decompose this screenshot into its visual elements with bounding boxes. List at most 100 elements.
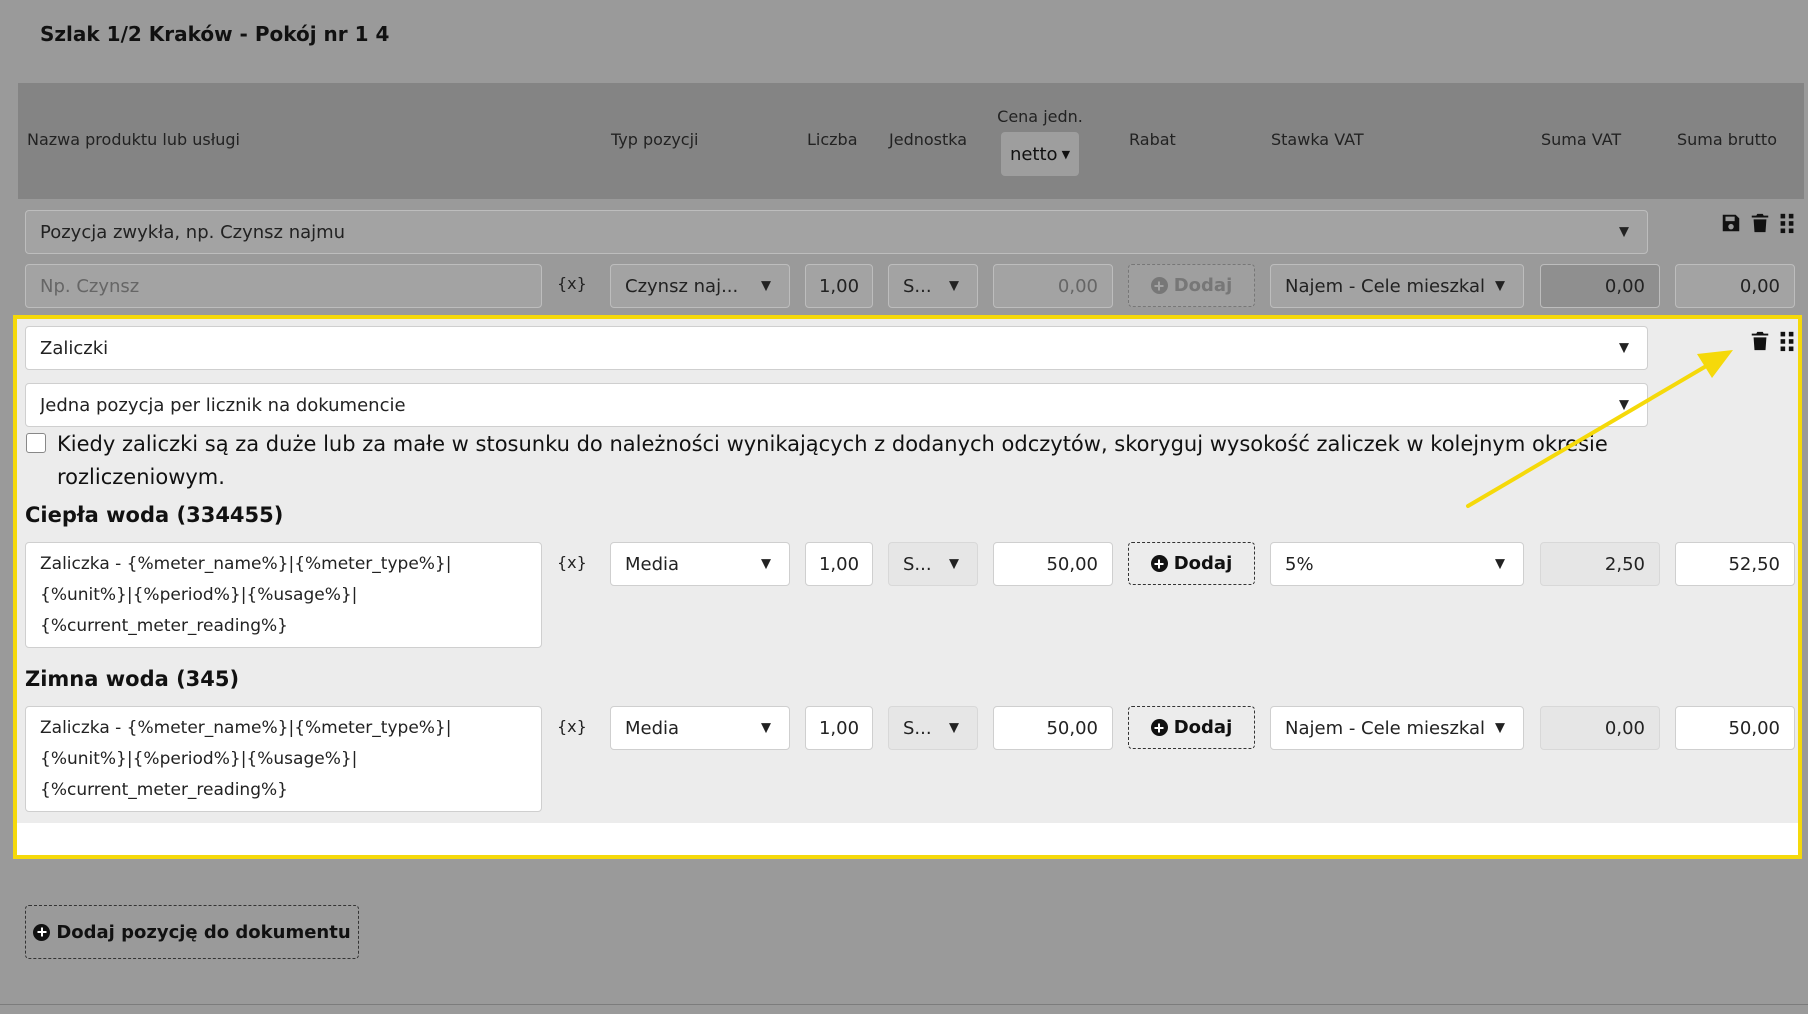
caret-down-icon: ▼ (761, 278, 771, 294)
item-type-select[interactable]: Media ▼ (610, 706, 790, 750)
vat-sum-field: 0,00 (1540, 706, 1660, 750)
caret-down-icon: ▼ (949, 720, 959, 736)
trash-icon[interactable] (1749, 212, 1771, 234)
advances-mode-select[interactable]: Jedna pozycja per licznik na dokumencie … (25, 383, 1648, 427)
divider (0, 1004, 1808, 1005)
advances-type-value: Zaliczki (40, 337, 109, 359)
meter-name-textarea[interactable]: Zaliczka - {%meter_name%}|{%meter_type%}… (25, 706, 542, 812)
meter-title: Ciepła woda (334455) (25, 503, 284, 527)
gross-sum-value: 50,00 (1728, 717, 1780, 739)
header-unit: Jednostka (889, 130, 968, 149)
header-gross-sum: Suma brutto (1677, 130, 1777, 149)
vat-rate-value: Najem - Cele mieszkal (1285, 275, 1486, 297)
unit-value: S... (903, 275, 932, 297)
unit-value: S... (903, 553, 932, 575)
caret-down-icon: ▼ (1619, 340, 1629, 356)
unit-select[interactable]: S... ▼ (888, 264, 978, 308)
plus-circle-icon (33, 923, 51, 941)
price-input[interactable]: 0,00 (993, 264, 1113, 308)
plus-circle-icon (1150, 555, 1168, 572)
quantity-value: 1,00 (818, 717, 860, 739)
quantity-input[interactable]: 1,00 (805, 542, 873, 586)
vat-sum-value: 0,00 (1604, 717, 1645, 739)
gross-sum-value: 0,00 (1739, 275, 1780, 297)
textarea-line: Zaliczka - {%meter_name%}|{%meter_type%}… (40, 718, 452, 738)
correct-advances-checkbox[interactable] (26, 433, 46, 453)
advances-type-select[interactable]: Zaliczki ▼ (25, 326, 1648, 370)
drag-handle-icon[interactable] (1776, 330, 1798, 352)
textarea-line: {%current_meter_reading%} (40, 780, 288, 800)
quantity-input[interactable]: 1,00 (805, 264, 873, 308)
header-vat-rate: Stawka VAT (1271, 130, 1364, 149)
gross-sum-input[interactable]: 0,00 (1675, 264, 1795, 308)
variables-button[interactable]: {x} (557, 717, 587, 736)
vat-rate-select[interactable]: Najem - Cele mieszkal ▼ (1270, 706, 1524, 750)
item-type-value: Czynsz naj... (625, 275, 739, 297)
price-input[interactable]: 50,00 (993, 542, 1113, 586)
header-type: Typ pozycji (611, 130, 699, 149)
textarea-line: {%unit%}|{%period%}|{%usage%}| (40, 749, 358, 769)
add-discount-label: Dodaj (1173, 275, 1233, 296)
table-header: Nazwa produktu lub usługi Typ pozycji Li… (18, 83, 1804, 199)
checkbox-label-line-2: rozliczeniowym. (57, 465, 225, 489)
price-mode-value: netto (1009, 143, 1058, 165)
meter-name-textarea[interactable]: Zaliczka - {%meter_name%}|{%meter_type%}… (25, 542, 542, 648)
header-discount: Rabat (1129, 130, 1176, 149)
vat-rate-select[interactable]: 5% ▼ (1270, 542, 1524, 586)
item-type-select[interactable]: Czynsz naj... ▼ (610, 264, 790, 308)
vat-sum-field: 0,00 (1540, 264, 1660, 308)
add-discount-button[interactable]: Dodaj (1128, 542, 1255, 585)
caret-down-icon: ▼ (949, 556, 959, 572)
quantity-input[interactable]: 1,00 (805, 706, 873, 750)
price-input[interactable]: 50,00 (993, 706, 1113, 750)
vat-sum-field: 2,50 (1540, 542, 1660, 586)
caret-down-icon: ▼ (761, 720, 771, 736)
vat-rate-value: 5% (1285, 553, 1314, 575)
add-position-button[interactable]: Dodaj pozycję do dokumentu (25, 905, 359, 959)
advances-mode-value: Jedna pozycja per licznik na dokumencie (40, 394, 406, 416)
vat-sum-value: 2,50 (1604, 553, 1645, 575)
item-type-select[interactable]: Media ▼ (610, 542, 790, 586)
header-qty: Liczba (807, 130, 858, 149)
unit-select[interactable]: S... ▼ (888, 542, 978, 586)
caret-down-icon: ▼ (1495, 720, 1505, 736)
vat-sum-value: 0,00 (1604, 275, 1645, 297)
checkbox-label-line-1: Kiedy zaliczki są za duże lub za małe w … (57, 432, 1608, 456)
header-name: Nazwa produktu lub usługi (27, 130, 240, 149)
price-value: 50,00 (1046, 553, 1098, 575)
price-mode-dropdown[interactable]: netto ▼ (1001, 132, 1079, 176)
add-position-label: Dodaj pozycję do dokumentu (56, 921, 351, 943)
page-title: Szlak 1/2 Kraków - Pokój nr 1 4 (40, 22, 390, 46)
header-price-label: Cena jedn. (997, 107, 1083, 126)
position-type-value: Pozycja zwykła, np. Czynsz najmu (40, 221, 346, 243)
unit-select[interactable]: S... ▼ (888, 706, 978, 750)
header-price: Cena jedn. netto ▼ (994, 107, 1086, 176)
add-discount-label: Dodaj (1173, 553, 1233, 574)
add-discount-button[interactable]: Dodaj (1128, 706, 1255, 749)
drag-handle-icon[interactable] (1776, 212, 1798, 234)
caret-down-icon: ▼ (761, 556, 771, 572)
variables-button[interactable]: {x} (557, 553, 587, 572)
add-discount-label: Dodaj (1173, 717, 1233, 738)
gross-sum-value: 52,50 (1728, 553, 1780, 575)
position-type-select[interactable]: Pozycja zwykła, np. Czynsz najmu ▼ (25, 210, 1648, 254)
textarea-line: Zaliczka - {%meter_name%}|{%meter_type%}… (40, 554, 452, 574)
save-icon[interactable] (1720, 212, 1742, 234)
variables-button[interactable]: {x} (557, 274, 587, 293)
caret-down-icon: ▼ (1495, 278, 1505, 294)
trash-icon[interactable] (1749, 330, 1771, 352)
unit-value: S... (903, 717, 932, 739)
vat-rate-select[interactable]: Najem - Cele mieszkal ▼ (1270, 264, 1524, 308)
plus-circle-icon (1150, 719, 1168, 736)
quantity-value: 1,00 (818, 553, 860, 575)
item-type-value: Media (625, 553, 680, 575)
caret-down-icon: ▼ (1619, 224, 1629, 240)
caret-down-icon: ▼ (1495, 556, 1505, 572)
add-discount-button[interactable]: Dodaj (1128, 264, 1255, 307)
gross-sum-input[interactable]: 52,50 (1675, 542, 1795, 586)
header-vat-sum: Suma VAT (1541, 130, 1622, 149)
position-name-input[interactable]: Np. Czynsz (25, 264, 542, 308)
gross-sum-input[interactable]: 50,00 (1675, 706, 1795, 750)
textarea-line: {%unit%}|{%period%}|{%usage%}| (40, 585, 358, 605)
section-footer-strip (17, 823, 1798, 855)
